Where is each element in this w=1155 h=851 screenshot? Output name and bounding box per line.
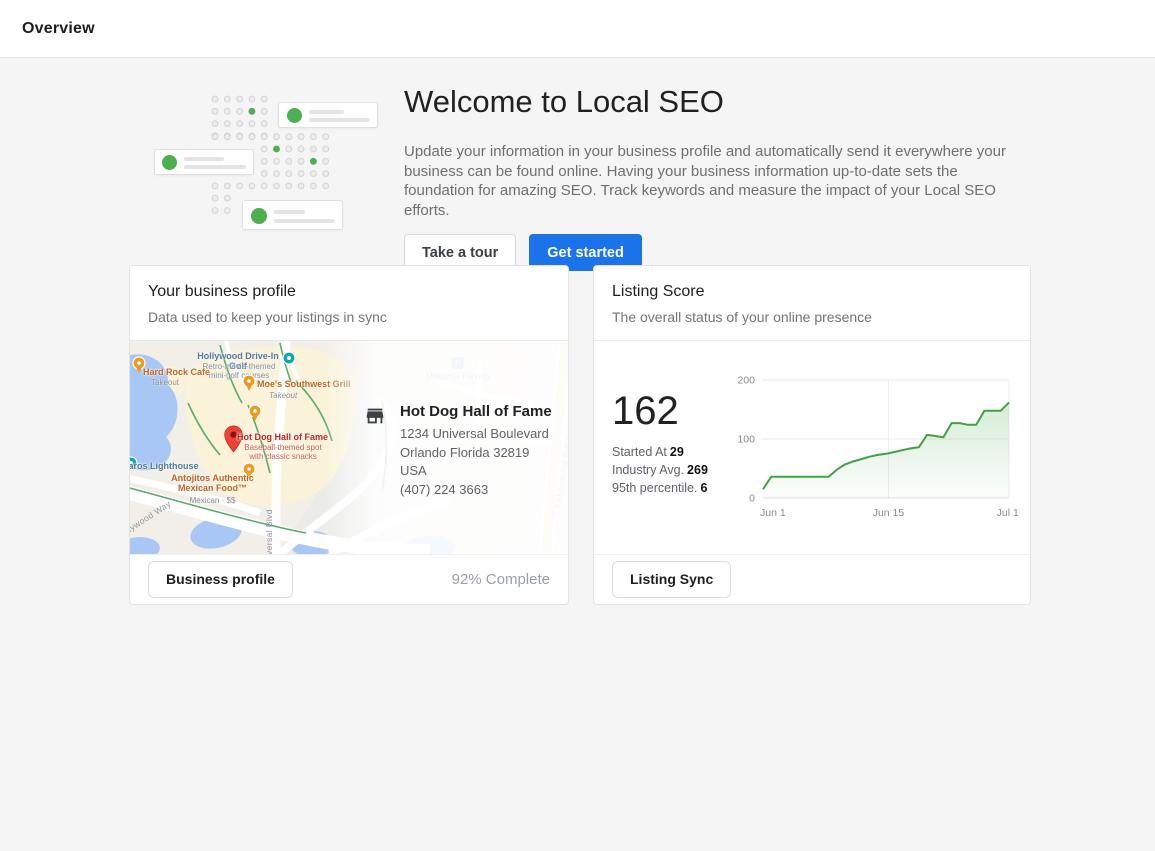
svg-text:Jun 15: Jun 15 — [873, 507, 905, 519]
business-phone: (407) 224 3663 — [400, 481, 560, 500]
svg-text:Jun 1: Jun 1 — [760, 507, 786, 519]
welcome-title: Welcome to Local SEO — [404, 84, 1029, 120]
business-name: Hot Dog Hall of Fame — [400, 403, 560, 421]
illustration-listing-card — [278, 102, 378, 128]
business-info: Hot Dog Hall of Fame 1234 Universal Boul… — [364, 403, 560, 499]
green-dot-icon — [251, 208, 267, 224]
listing-score-chart: 0 100 200 Jun 1 Jun 15 Jul 1 — [711, 366, 1021, 526]
business-location-map: Hollywood Drive-In Golf Retro-movie-them… — [130, 341, 568, 554]
welcome-description: Update your information in your business… — [404, 142, 1016, 220]
card-title: Your business profile — [148, 283, 550, 301]
topbar: Overview — [0, 0, 1155, 58]
illustration-listing-card — [242, 200, 343, 230]
local-seo-overview-page: Overview Welcome to Local SEO Update you… — [0, 0, 1155, 851]
listing-sync-button[interactable]: Listing Sync — [612, 561, 731, 598]
listing-score-stats: Started At29 Industry Avg.269 95th perce… — [612, 443, 708, 497]
stat-started-at: Started At29 — [612, 443, 708, 461]
svg-text:200: 200 — [737, 375, 755, 387]
green-dot-icon — [162, 155, 177, 170]
profile-completion-status: 92% Complete — [452, 571, 550, 588]
business-profile-card: Your business profile Data used to keep … — [129, 265, 569, 605]
storefront-icon — [364, 403, 386, 499]
green-dot-icon — [287, 108, 302, 123]
business-address-line2: Orlando Florida 32819 — [400, 444, 560, 463]
card-subtitle: The overall status of your online presen… — [612, 309, 1012, 325]
business-address-line3: USA — [400, 462, 560, 481]
stat-95th-percentile: 95th percentile.6 — [612, 479, 708, 497]
card-title: Listing Score — [612, 283, 1012, 301]
card-subtitle: Data used to keep your listings in sync — [148, 309, 550, 325]
svg-text:0: 0 — [749, 493, 755, 505]
listing-score-value: 162 — [612, 389, 679, 434]
svg-text:Jul 1: Jul 1 — [997, 507, 1019, 519]
illustration-listing-card — [154, 149, 254, 175]
page-title: Overview — [22, 20, 95, 38]
business-profile-button[interactable]: Business profile — [148, 561, 293, 598]
listing-score-card: Listing Score The overall status of your… — [593, 265, 1031, 605]
listings-illustration — [150, 92, 390, 234]
business-address-line1: 1234 Universal Boulevard — [400, 425, 560, 444]
svg-text:100: 100 — [737, 434, 755, 446]
stat-industry-avg: Industry Avg.269 — [612, 461, 708, 479]
welcome-section: Welcome to Local SEO Update your informa… — [404, 84, 1029, 271]
